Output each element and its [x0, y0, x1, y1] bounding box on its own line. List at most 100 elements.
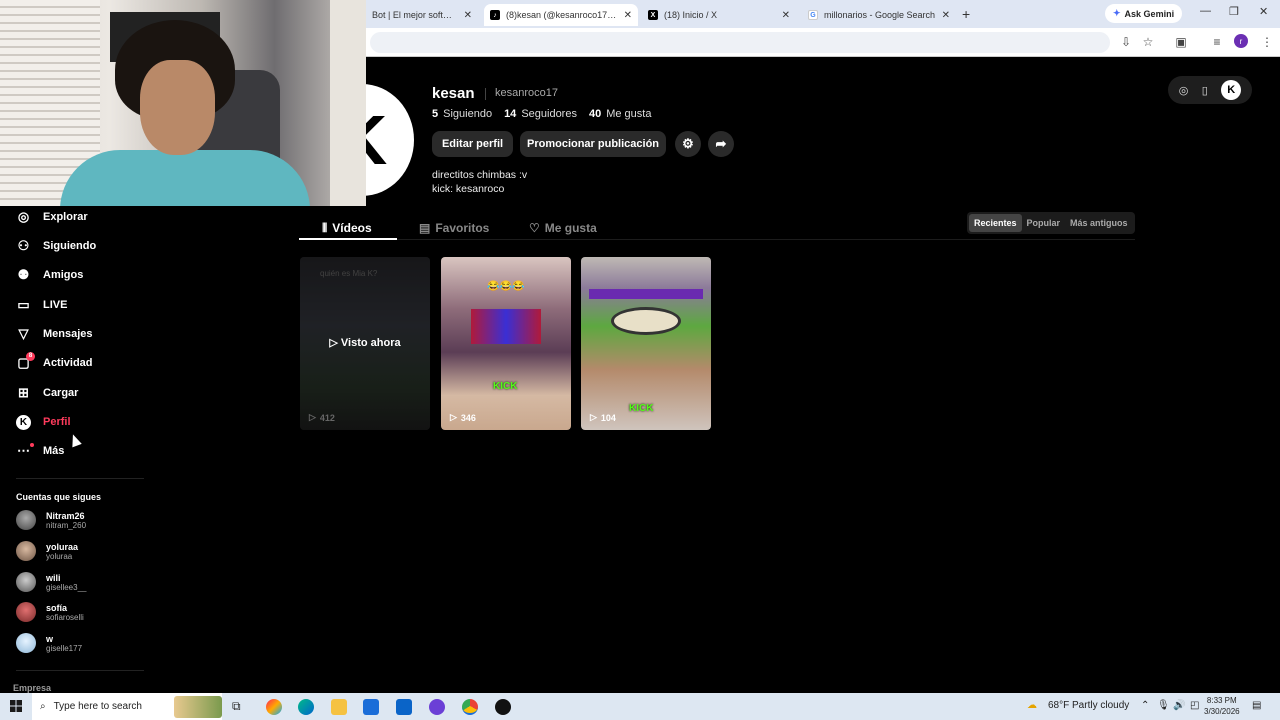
share-arrow-icon[interactable]: ➦: [708, 131, 734, 157]
microphone-icon[interactable]: 🎙: [1157, 700, 1170, 711]
more-icon: ⋯: [16, 442, 34, 459]
copilot-icon[interactable]: [266, 699, 282, 715]
windows-taskbar: ⌕ Type here to search ⧉ ☁ 68°F Partly cl…: [0, 693, 1280, 720]
close-tab-icon[interactable]: ✕: [464, 10, 472, 21]
app-icon[interactable]: [429, 699, 445, 715]
sort-popular[interactable]: Popular: [1022, 214, 1066, 232]
obs-icon[interactable]: [495, 699, 511, 715]
edit-profile-button[interactable]: Editar perfil: [432, 131, 513, 157]
sidebar-item-mensajes[interactable]: ▽ Mensajes: [16, 324, 93, 344]
volume-icon[interactable]: 🔊: [1173, 700, 1185, 711]
browser-menu-icon[interactable]: ⋮: [1260, 35, 1274, 49]
network-icon[interactable]: ◰: [1190, 700, 1199, 711]
outlook-icon[interactable]: [396, 699, 412, 715]
notification-badge: 8: [26, 351, 35, 361]
taskbar-search[interactable]: ⌕ Type here to search: [32, 693, 222, 720]
view-count: ▷ 104: [590, 412, 616, 423]
address-bar[interactable]: [370, 32, 1110, 53]
task-view-icon[interactable]: ⧉: [232, 699, 248, 715]
following-account-wili[interactable]: wili gisellee3__: [16, 571, 86, 593]
webcam-overlay: [0, 0, 366, 206]
browser-profile-avatar[interactable]: r: [1234, 34, 1248, 48]
tab-google[interactable]: G millonarios - Google Search ✕: [802, 4, 956, 26]
send-icon: ▽: [18, 326, 29, 341]
profile-bio: directitos chimbas :v kick: kesanroco: [432, 169, 528, 195]
following-account-yoluraa[interactable]: yoluraa yoluraa: [16, 540, 78, 562]
heart-icon: ♡: [529, 221, 540, 235]
tab-favoritos[interactable]: ▤ Favoritos: [419, 216, 489, 240]
profile-username: kesan: [432, 85, 475, 102]
view-count: ▷ 412: [309, 412, 335, 423]
footer-link-empresa[interactable]: Empresa: [13, 683, 51, 693]
video-card[interactable]: KICK ▷ 104: [581, 257, 711, 430]
new-tab-button[interactable]: +: [962, 6, 970, 22]
friends-icon: ⚉: [17, 267, 30, 282]
sidebar-item-amigos[interactable]: ⚉ Amigos: [16, 265, 84, 285]
avatar: [16, 541, 36, 561]
taskbar-clock[interactable]: 8:33 PM 3/30/2026: [1204, 695, 1240, 717]
windows-start-icon[interactable]: [10, 700, 22, 712]
screen: { "browser": { "tabs": [ {"title": "Bot …: [0, 0, 1280, 720]
stat-following[interactable]: 5 Siguiendo: [432, 108, 492, 120]
sort-recientes[interactable]: Recientes: [969, 214, 1022, 232]
following-account-w[interactable]: w giselle177: [16, 632, 82, 654]
store-icon[interactable]: [363, 699, 379, 715]
sidebar-item-perfil[interactable]: K Perfil: [16, 412, 71, 432]
activity-icon: ▢ 8: [16, 351, 35, 371]
restore-icon[interactable]: ❐: [1229, 5, 1239, 18]
stat-followers[interactable]: 14 Seguidores: [504, 108, 577, 120]
account-avatar[interactable]: K: [1221, 80, 1242, 100]
sidebar-item-actividad[interactable]: ▢ 8 Actividad: [16, 351, 93, 373]
sort-mas-antiguos[interactable]: Más antiguos: [1065, 214, 1133, 232]
media-controls-icon[interactable]: ≡: [1210, 35, 1224, 49]
tab-tiktok[interactable]: ♪ (8)kesan (@kesanroco17) | TikT ✕: [484, 4, 638, 26]
close-tab-icon[interactable]: ✕: [782, 10, 790, 21]
following-account-sofia[interactable]: sofía sofiaroselli: [16, 601, 84, 623]
avatar: [16, 510, 36, 530]
play-icon: ▷: [590, 412, 597, 422]
file-explorer-icon[interactable]: [331, 699, 347, 715]
video-card[interactable]: quién es Mia K? ▷ Visto ahora ▷ 412: [300, 257, 430, 430]
profile-icon: K: [16, 414, 31, 430]
active-tab-indicator: [299, 238, 397, 240]
sidebar-nav: ◎ Explorar ⚇ Siguiendo ⚉ Amigos ▭ LIVE ▽…: [0, 206, 170, 693]
google-favicon-icon: G: [808, 10, 818, 20]
tab-x[interactable]: X (18) Inicio / X ✕: [642, 4, 796, 26]
ask-gemini-button[interactable]: ✦ Ask Gemini: [1105, 4, 1183, 23]
search-icon: ⌕: [40, 701, 46, 712]
sort-control: Recientes Popular Más antiguos: [967, 212, 1135, 234]
install-app-icon[interactable]: ⇩: [1119, 35, 1133, 49]
tiktok-favicon-icon: ♪: [490, 10, 500, 20]
bookmark-star-icon[interactable]: ☆: [1141, 35, 1155, 49]
sidepanel-icon[interactable]: ▣: [1174, 35, 1188, 49]
close-tab-icon[interactable]: ✕: [942, 10, 950, 21]
close-tab-icon[interactable]: ✕: [624, 10, 632, 21]
sidebar-item-cargar[interactable]: ⊞ Cargar: [16, 383, 78, 403]
play-icon: ▷: [450, 412, 457, 422]
sidebar-item-live[interactable]: ▭ LIVE: [16, 295, 67, 315]
coins-icon[interactable]: ◎: [1179, 84, 1189, 97]
phone-app-icon[interactable]: ▯: [1202, 84, 1208, 97]
watched-now-label: ▷ Visto ahora: [329, 337, 401, 349]
sidebar-item-mas[interactable]: ⋯ Más: [16, 441, 64, 461]
play-icon: ▷: [309, 412, 316, 422]
weather-text[interactable]: 68°F Partly cloudy: [1048, 700, 1129, 711]
divider: [16, 670, 144, 671]
promote-post-button[interactable]: Promocionar publicación: [520, 131, 666, 157]
following-account-nitram26[interactable]: Nitram26 nitram_260: [16, 509, 86, 531]
minimize-icon[interactable]: —: [1200, 5, 1211, 17]
settings-gear-icon[interactable]: ⚙: [675, 131, 701, 157]
window-close-icon[interactable]: ✕: [1259, 5, 1268, 18]
edge-icon[interactable]: [298, 699, 314, 715]
view-count: ▷ 346: [450, 412, 476, 423]
sidebar-item-explorar[interactable]: ◎ Explorar: [16, 207, 88, 227]
video-card[interactable]: 😂😂😂 KICK ▷ 346: [441, 257, 571, 430]
tab-videos[interactable]: ⦀ Vídeos: [322, 216, 372, 240]
chrome-icon[interactable]: [462, 699, 478, 715]
tab-me-gusta[interactable]: ♡ Me gusta: [529, 216, 597, 240]
notifications-icon[interactable]: ▤: [1252, 700, 1261, 711]
tab-bot[interactable]: Bot | El mejor software pa ✕: [366, 4, 478, 26]
chevron-up-icon[interactable]: ⌃: [1141, 700, 1149, 711]
sidebar-item-siguiendo[interactable]: ⚇ Siguiendo: [16, 236, 97, 256]
live-icon: ▭: [17, 297, 30, 312]
